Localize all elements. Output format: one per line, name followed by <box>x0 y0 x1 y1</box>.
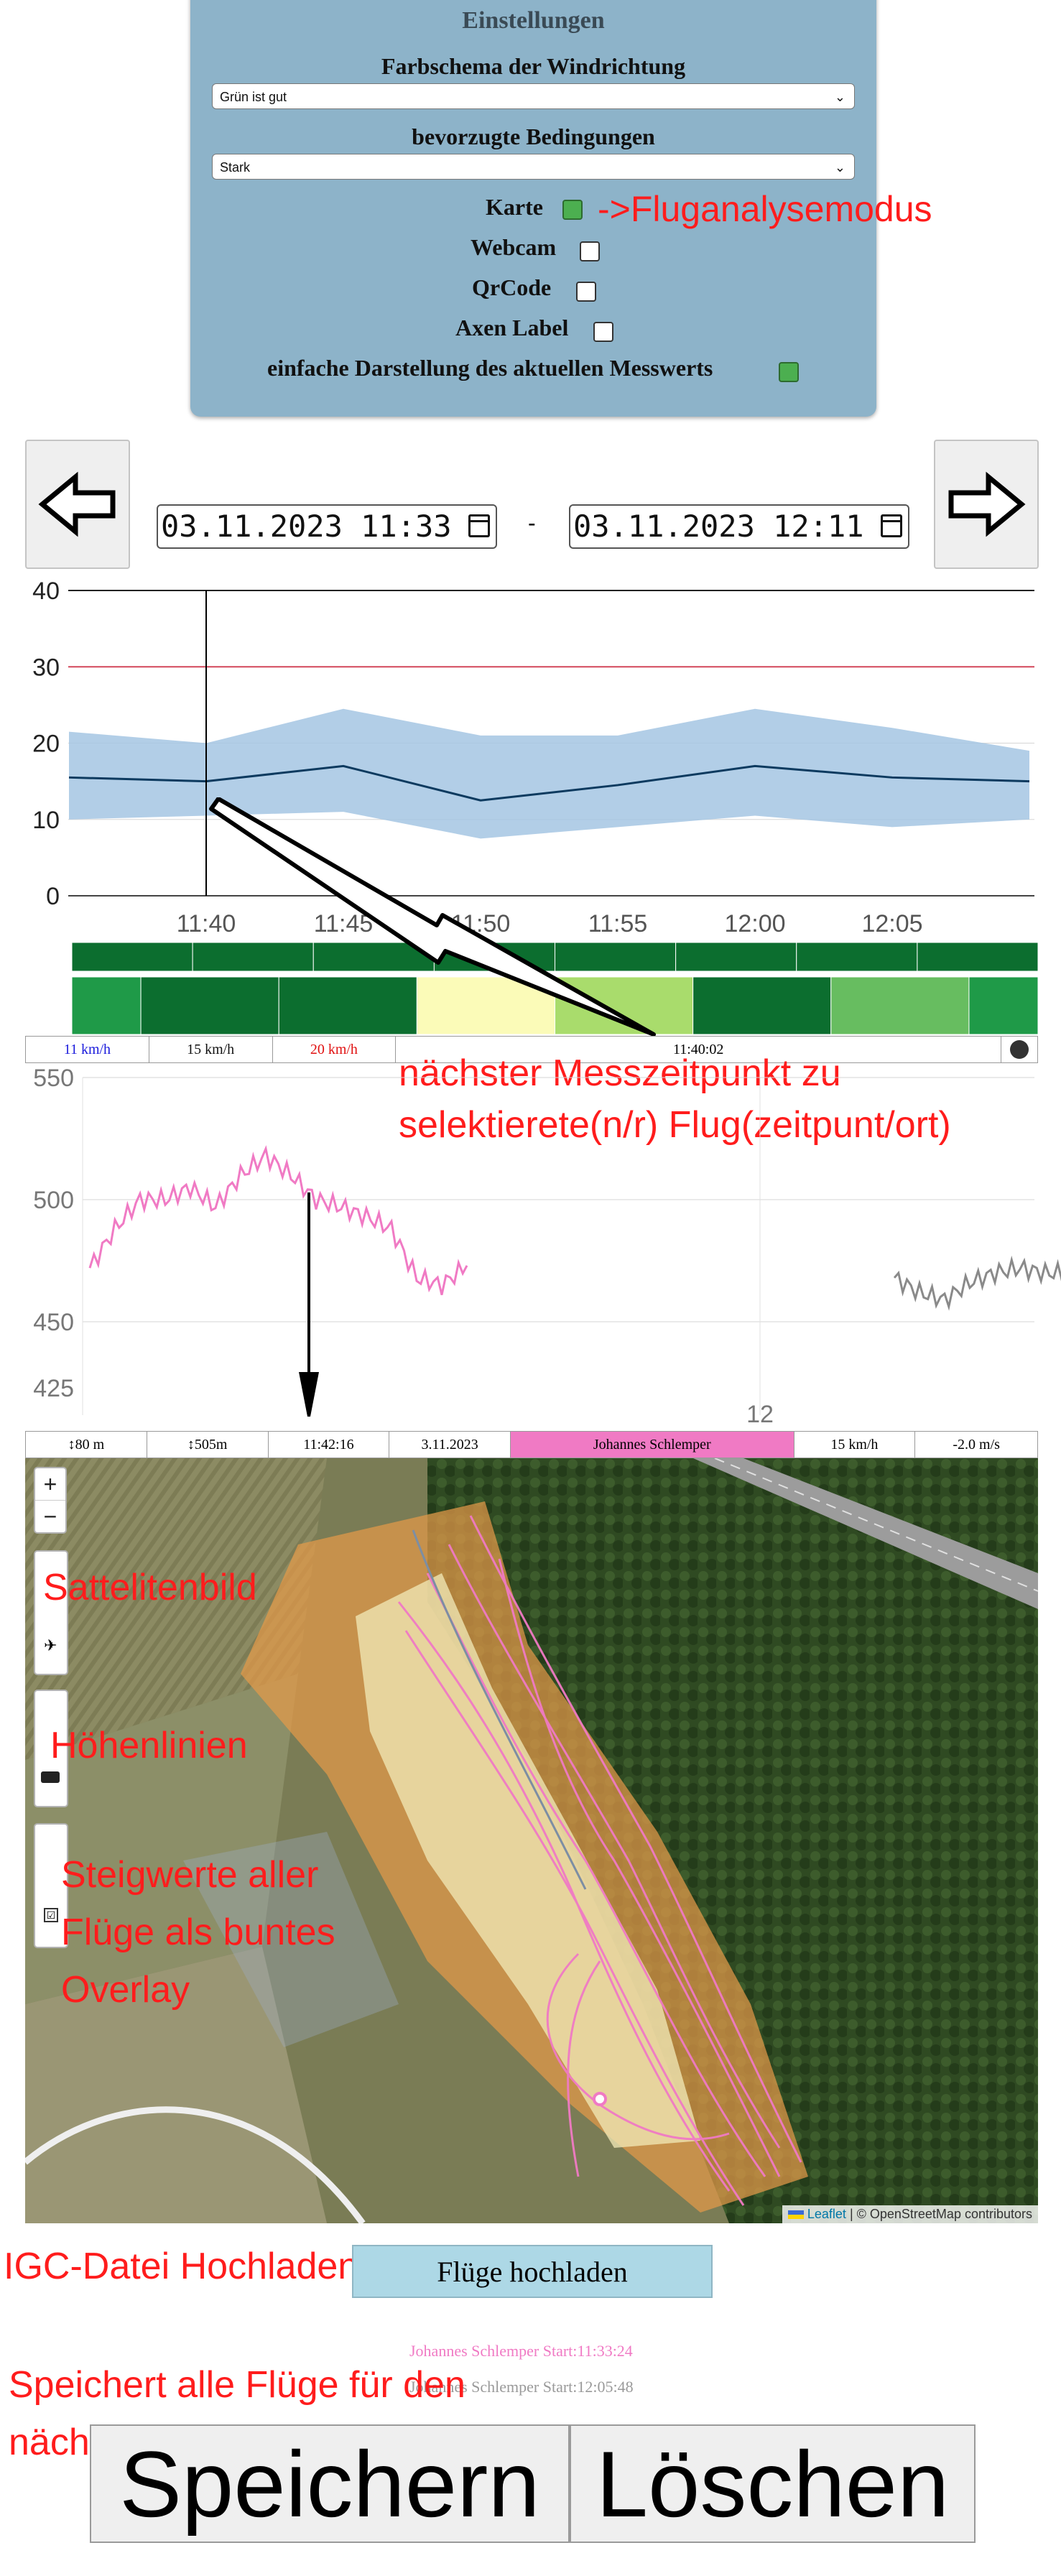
flight-time: 11:42:16 <box>269 1432 390 1458</box>
conditions-value: Stark <box>220 160 251 175</box>
y-tick-label: 40 <box>32 578 60 605</box>
flight-altitude-line-2 <box>893 1255 1061 1311</box>
flight-altitude-line-1 <box>88 1145 468 1295</box>
date-to-value: 03.11.2023 12:11 <box>573 509 864 544</box>
option-karte-checkbox[interactable] <box>562 200 583 220</box>
save-button[interactable]: Speichern <box>90 2424 570 2543</box>
calendar-icon <box>881 514 902 537</box>
annotation-karte: ->Fluganalysemodus <box>598 189 932 229</box>
conditions-label: bevorzugte Bedingungen <box>412 124 655 149</box>
date-from-value: 03.11.2023 11:33 <box>161 509 452 544</box>
date-from-input[interactable]: 03.11.2023 11:33 <box>157 504 497 549</box>
wind-color-label: Farbschema der Windrichtung <box>381 53 686 79</box>
option-simple-display-row: einfache Darstellung des aktuellen Messw… <box>267 355 713 381</box>
arrow-left-icon <box>38 471 116 537</box>
height-msl: ↕505m <box>147 1432 269 1458</box>
arrow-right-icon <box>948 471 1026 537</box>
y-tick-label: 450 <box>33 1309 74 1336</box>
x-tick-label: 12:05 <box>861 910 922 937</box>
annotation-satellite: Sattelitenbild <box>43 1567 257 1608</box>
x-tick-label: 12:00 <box>724 910 785 937</box>
annotation-contours: Höhenlinien <box>50 1725 248 1766</box>
annotation-igc: IGC-Datei Hochladen <box>4 2246 359 2287</box>
altitude-chart[interactable]: 425 450 500 550 12 <box>0 1063 1061 1437</box>
option-webcam-row: Webcam <box>471 234 556 261</box>
wind-avg: 15 km/h <box>149 1037 273 1062</box>
heatmap-cell-top <box>917 942 1039 972</box>
heatmap-cell-bottom <box>830 976 970 1034</box>
wind-max: 20 km/h <box>273 1037 397 1062</box>
date-to-input[interactable]: 03.11.2023 12:11 <box>569 504 909 549</box>
y-tick-label: 425 <box>33 1375 74 1402</box>
flight-vario: -2.0 m/s <box>953 1436 1000 1453</box>
option-simple-display-label: einfache Darstellung des aktuellen Messw… <box>267 355 713 381</box>
heatmap-cell-top <box>796 942 918 972</box>
conditions-select[interactable]: Stark ⌄ <box>212 154 855 180</box>
option-axen-label-checkbox[interactable] <box>593 322 613 342</box>
osm-attribution: | © OpenStreetMap contributors <box>849 2207 1032 2221</box>
option-karte-row: Karte <box>486 194 543 221</box>
option-qrcode-label: QrCode <box>472 274 552 300</box>
heatmap-cell-bottom <box>968 976 1039 1034</box>
zoom-out-button[interactable]: − <box>35 1501 65 1532</box>
y-tick-label: 550 <box>33 1065 74 1092</box>
annotation-climb: Steigwerte aller Flüge als buntes Overla… <box>61 1854 335 2011</box>
arrow-down-icon <box>299 1372 319 1417</box>
wind-color-value: Grün ist gut <box>220 90 287 104</box>
y-tick-label: 500 <box>33 1187 74 1214</box>
y-tick-label: 20 <box>32 731 60 758</box>
flag-icon <box>787 2210 804 2220</box>
annotation-arrow <box>209 797 656 1037</box>
next-button[interactable] <box>934 440 1039 569</box>
flight-map[interactable]: + − ✈ ☑ Sattelitenbild Höhenlinien Steig… <box>25 1458 1038 2223</box>
wind-color-select[interactable]: Grün ist gut ⌄ <box>212 83 855 109</box>
upload-flights-button[interactable]: Flüge hochladen <box>352 2245 713 2298</box>
checkbox-icon: ☑ <box>44 1908 58 1922</box>
option-karte-label: Karte <box>486 194 543 220</box>
wind-min: 11 km/h <box>26 1037 149 1062</box>
map-attribution: Leaflet | © OpenStreetMap contributors <box>782 2205 1038 2223</box>
y-tick-label: 0 <box>46 883 60 910</box>
delete-button[interactable]: Löschen <box>570 2424 976 2543</box>
settings-title: Einstellungen <box>462 7 605 34</box>
chevron-down-icon: ⌄ <box>834 90 845 104</box>
zoom-control: + − <box>34 1467 67 1534</box>
y-tick-label: 10 <box>32 807 60 834</box>
option-webcam-label: Webcam <box>471 234 557 260</box>
zoom-in-button[interactable]: + <box>35 1468 65 1501</box>
chevron-down-icon: ⌄ <box>834 160 845 175</box>
leaflet-link[interactable]: Leaflet <box>807 2207 846 2221</box>
option-simple-display-checkbox[interactable] <box>779 362 799 382</box>
date-separator: - <box>528 510 536 536</box>
option-axen-label-row: Axen Label <box>455 315 568 341</box>
calendar-icon <box>468 514 490 537</box>
prev-button[interactable] <box>25 440 130 569</box>
option-qrcode-checkbox[interactable] <box>576 282 596 302</box>
option-webcam-checkbox[interactable] <box>580 241 600 261</box>
option-axen-label-label: Axen Label <box>455 315 569 340</box>
height-agl: ↕80 m <box>26 1432 147 1458</box>
heatmap-cell-bottom <box>72 976 142 1034</box>
flight-speed: 15 km/h <box>794 1432 916 1458</box>
heatmap-cell-bottom <box>692 976 832 1034</box>
flight-info-bar: ↕80 m ↕505m 11:42:16 3.11.2023 Johannes … <box>25 1431 1038 1458</box>
wind-direction-icon <box>1001 1037 1037 1062</box>
satellite-icon: ✈ <box>44 1636 57 1654</box>
option-qrcode-row: QrCode <box>472 274 551 301</box>
pilot-name: Johannes Schlemper <box>511 1432 794 1458</box>
x-tick-label: 12 <box>746 1401 774 1428</box>
heatmap-cell-top <box>72 942 193 972</box>
flight-date: 3.11.2023 <box>389 1432 511 1458</box>
y-tick-label: 30 <box>32 654 60 681</box>
